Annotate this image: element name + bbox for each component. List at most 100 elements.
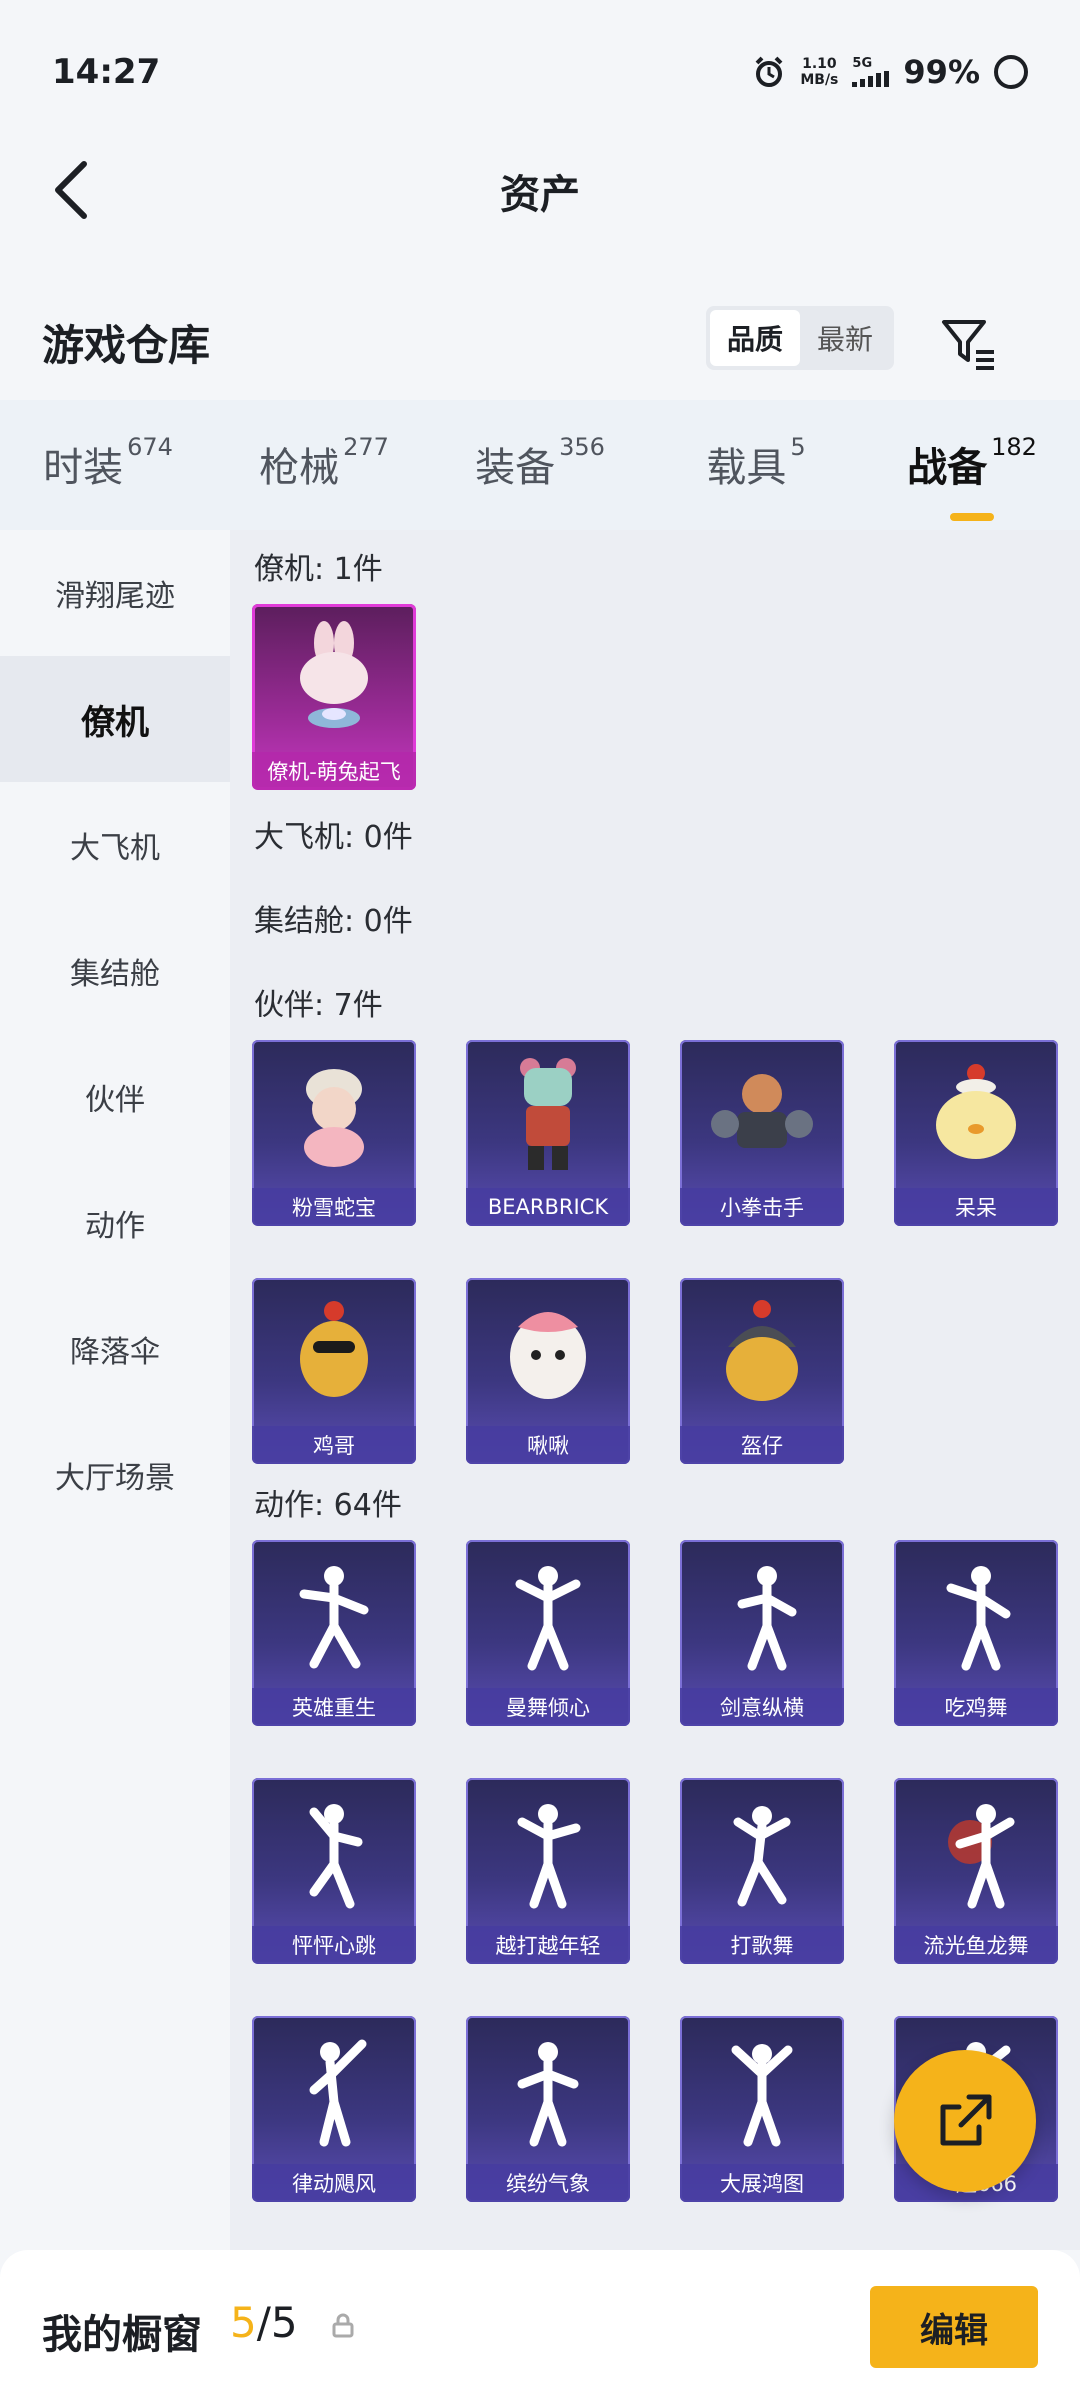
item-name: 英雄重生 xyxy=(252,1688,416,1726)
dancer-silhouette-icon xyxy=(894,1540,1058,1688)
item-card[interactable]: 呆呆 xyxy=(894,1040,1058,1226)
item-card[interactable]: 大展鸿图 xyxy=(680,2016,844,2202)
item-card[interactable]: BEARBRICK xyxy=(466,1040,630,1226)
tab-vehicles[interactable]: 载具 5 xyxy=(648,433,864,495)
item-card[interactable]: 流光鱼龙舞 xyxy=(894,1778,1058,1964)
showcase-bar: 我的橱窗 5/5 编辑 xyxy=(0,2250,1080,2400)
item-name: 剑意纵横 xyxy=(680,1688,844,1726)
item-card[interactable]: 僚机-萌兔起飞 xyxy=(252,604,416,790)
warehouse-header: 游戏仓库 品质 最新 xyxy=(0,290,1080,390)
dancer-silhouette-icon xyxy=(894,1778,1058,1926)
item-card[interactable]: 鸡哥 xyxy=(252,1278,416,1464)
rooster-figure-icon xyxy=(252,1278,416,1426)
item-name: 小拳击手 xyxy=(680,1188,844,1226)
tab-weapons[interactable]: 枪械 277 xyxy=(216,433,432,495)
item-name: BEARBRICK xyxy=(466,1188,630,1226)
sidebar-item-parachute[interactable]: 降落伞 xyxy=(0,1286,230,1412)
item-name: 僚机-萌兔起飞 xyxy=(252,752,416,790)
item-list: 僚机: 1件 僚机-萌兔起飞 大飞机: 0件 集结舱: 0件 伙伴: 7件 粉雪… xyxy=(230,530,1080,2250)
item-card[interactable]: 吃鸡舞 xyxy=(894,1540,1058,1726)
showcase-count: 5/5 xyxy=(230,2298,298,2347)
dancer-silhouette-icon xyxy=(680,1540,844,1688)
tab-equipment[interactable]: 装备 356 xyxy=(432,433,648,495)
item-name: 曼舞倾心 xyxy=(466,1688,630,1726)
pink-bird-figure-icon xyxy=(466,1278,630,1426)
item-name: 律动飓风 xyxy=(252,2164,416,2202)
sidebar-item-wingman[interactable]: 僚机 xyxy=(0,656,230,782)
item-card[interactable]: 缤纷气象 xyxy=(466,2016,630,2202)
item-name: 大展鸿图 xyxy=(680,2164,844,2202)
sort-newest-button[interactable]: 最新 xyxy=(800,310,890,366)
item-card[interactable]: 越打越年轻 xyxy=(466,1778,630,1964)
sidebar-item-glide-trail[interactable]: 滑翔尾迹 xyxy=(0,530,230,656)
dancer-silhouette-icon xyxy=(252,1778,416,1926)
wingman-grid: 僚机-萌兔起飞 xyxy=(252,604,1080,800)
alarm-icon xyxy=(755,56,783,87)
sidebar-item-companion[interactable]: 伙伴 xyxy=(0,1034,230,1160)
item-name: 越打越年轻 xyxy=(466,1926,630,1964)
filter-button[interactable] xyxy=(936,310,1000,374)
item-name: 盔仔 xyxy=(680,1426,844,1464)
dancer-silhouette-icon xyxy=(252,1540,416,1688)
tab-fashion[interactable]: 时装 674 xyxy=(0,433,216,495)
item-name: 啾啾 xyxy=(466,1426,630,1464)
item-card[interactable]: 剑意纵横 xyxy=(680,1540,844,1726)
status-icons: 1.10 MB/s 5G 99% xyxy=(752,52,1028,92)
sidebar-item-emote[interactable]: 动作 xyxy=(0,1160,230,1286)
companion-grid: 粉雪蛇宝 BEARBRICK 小拳击手 呆呆 鸡哥 啾啾 盔仔 xyxy=(252,1040,1080,1516)
showcase-count-sep: / xyxy=(256,2298,271,2347)
item-card[interactable]: 粉雪蛇宝 xyxy=(252,1040,416,1226)
showcase-title: 我的橱窗 xyxy=(42,2312,202,2358)
sidebar-item-lobby-scene[interactable]: 大厅场景 xyxy=(0,1412,230,1538)
net-speed: 1.10 MB/s xyxy=(800,56,838,88)
tab-count: 277 xyxy=(343,433,389,461)
network-type: 5G xyxy=(852,56,873,71)
filter-icon xyxy=(942,320,994,370)
item-name: 粉雪蛇宝 xyxy=(252,1188,416,1226)
edit-button[interactable]: 编辑 xyxy=(870,2286,1038,2368)
sidebar-item-capsule[interactable]: 集结舱 xyxy=(0,908,230,1034)
network-indicator: 5G xyxy=(852,56,890,87)
net-speed-value: 1.10 xyxy=(802,56,837,72)
header: 资产 xyxy=(0,140,1080,250)
item-name: 吃鸡舞 xyxy=(894,1688,1058,1726)
item-card[interactable]: 小拳击手 xyxy=(680,1040,844,1226)
tab-count: 356 xyxy=(559,433,605,461)
item-card[interactable]: 曼舞倾心 xyxy=(466,1540,630,1726)
sort-toggle: 品质 最新 xyxy=(706,306,894,370)
item-card[interactable]: 怦怦心跳 xyxy=(252,1778,416,1964)
active-tab-indicator xyxy=(950,513,994,521)
sidebar: 滑翔尾迹 僚机 大飞机 集结舱 伙伴 动作 降落伞 大厅场景 xyxy=(0,530,230,2250)
dancer-silhouette-icon xyxy=(680,1778,844,1926)
snow-snake-figure-icon xyxy=(252,1040,416,1188)
dancer-silhouette-icon xyxy=(466,2016,630,2164)
boxer-figure-icon xyxy=(680,1040,844,1188)
sidebar-item-big-plane[interactable]: 大飞机 xyxy=(0,782,230,908)
dancer-silhouette-icon xyxy=(252,2016,416,2164)
item-card[interactable]: 英雄重生 xyxy=(252,1540,416,1726)
dancer-silhouette-icon xyxy=(680,2016,844,2164)
status-time: 14:27 xyxy=(52,52,161,92)
tab-label: 时装 xyxy=(43,445,124,491)
group-title-capsule: 集结舱: 0件 xyxy=(254,904,413,939)
share-fab-button[interactable] xyxy=(894,2050,1036,2192)
tab-battle-gear[interactable]: 战备 182 xyxy=(864,433,1080,521)
tab-count: 674 xyxy=(127,433,173,461)
bearbrick-figure-icon xyxy=(466,1040,630,1188)
rabbit-wingman-icon xyxy=(252,604,416,752)
battery-percent: 99% xyxy=(903,53,980,91)
item-card[interactable]: 盔仔 xyxy=(680,1278,844,1464)
dancer-silhouette-icon xyxy=(466,1540,630,1688)
share-external-icon xyxy=(940,2094,992,2146)
group-title-companion: 伙伴: 7件 xyxy=(254,988,383,1023)
item-name: 打歌舞 xyxy=(680,1926,844,1964)
item-card[interactable]: 打歌舞 xyxy=(680,1778,844,1964)
tab-label: 载具 xyxy=(706,445,787,491)
sort-quality-button[interactable]: 品质 xyxy=(710,310,800,366)
group-title-wingman: 僚机: 1件 xyxy=(254,552,383,587)
item-card[interactable]: 律动飓风 xyxy=(252,2016,416,2202)
lock-icon xyxy=(330,2312,356,2342)
item-card[interactable]: 啾啾 xyxy=(466,1278,630,1464)
net-speed-unit: MB/s xyxy=(800,72,839,88)
dancer-silhouette-icon xyxy=(466,1778,630,1926)
